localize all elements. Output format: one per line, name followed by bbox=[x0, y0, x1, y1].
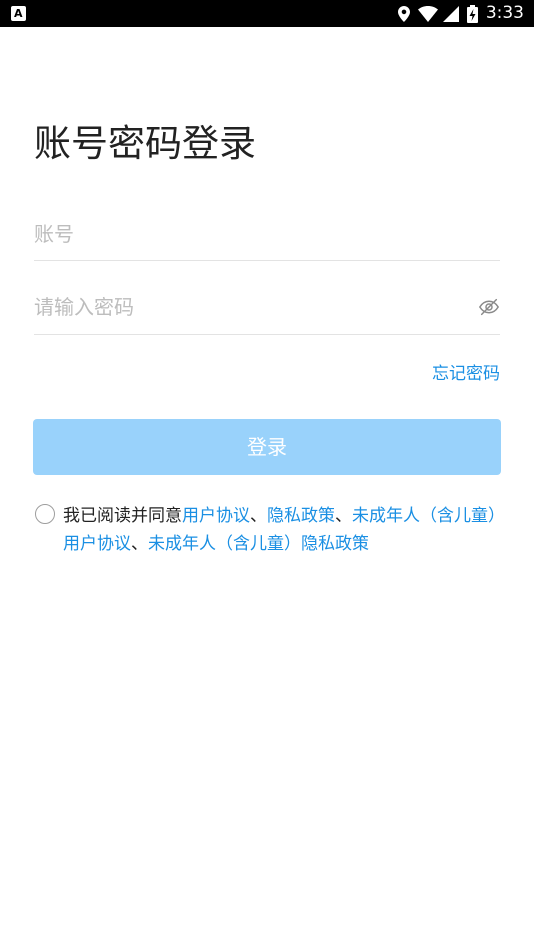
battery-charging-icon bbox=[466, 4, 478, 23]
privacy-policy-link[interactable]: 隐私政策 bbox=[267, 506, 335, 526]
agreement-separator: 、 bbox=[131, 534, 148, 554]
agreement-separator: 、 bbox=[335, 506, 352, 526]
minor-privacy-policy-link[interactable]: 未成年人（含儿童）隐私政策 bbox=[148, 534, 369, 554]
clock: 3:33 bbox=[485, 3, 524, 23]
password-input[interactable] bbox=[34, 287, 454, 327]
password-field-container bbox=[34, 287, 500, 335]
account-input[interactable] bbox=[34, 214, 454, 254]
app-notification-letter: A bbox=[14, 7, 23, 20]
login-button[interactable]: 登录 bbox=[33, 419, 501, 475]
eye-off-icon[interactable] bbox=[478, 296, 500, 318]
user-agreement-link[interactable]: 用户协议 bbox=[182, 506, 250, 526]
signal-icon bbox=[442, 5, 459, 22]
forgot-password-link[interactable]: 忘记密码 bbox=[432, 363, 500, 385]
account-field-container bbox=[34, 214, 500, 261]
status-bar: A 3:33 bbox=[0, 0, 534, 27]
location-icon bbox=[397, 5, 410, 22]
status-icons: 3:33 bbox=[397, 3, 524, 24]
agreement-separator: 、 bbox=[250, 506, 267, 526]
page-title: 账号密码登录 bbox=[34, 122, 256, 165]
wifi-icon bbox=[417, 5, 438, 22]
agreement-text: 我已阅读并同意用户协议、隐私政策、未成年人（含儿童）用户协议、未成年人（含儿童）… bbox=[63, 502, 503, 558]
app-notification-icon: A bbox=[11, 6, 26, 21]
agreement-checkbox[interactable] bbox=[35, 504, 55, 524]
agreement-prefix: 我已阅读并同意 bbox=[63, 506, 182, 526]
